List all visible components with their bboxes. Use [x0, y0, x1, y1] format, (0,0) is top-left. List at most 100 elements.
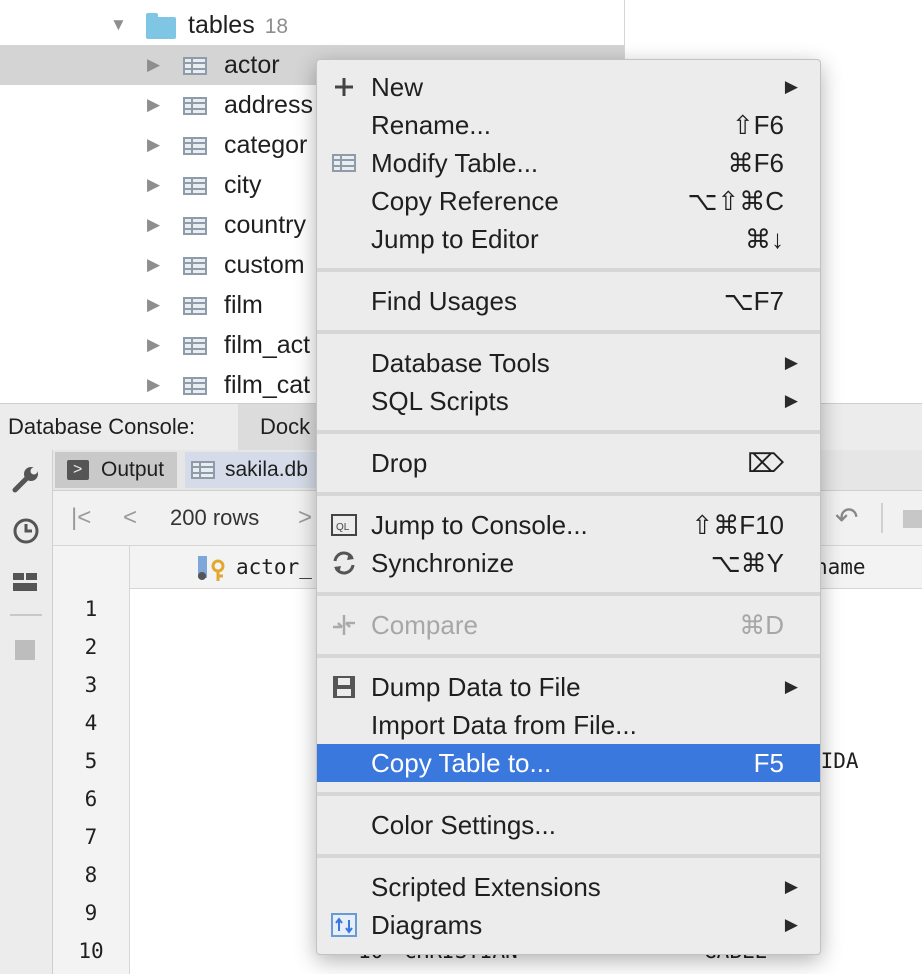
column-last-name[interactable]: name	[815, 546, 866, 588]
menu-item-label: SQL Scripts	[371, 386, 509, 416]
row-number[interactable]: 8	[53, 856, 129, 894]
collapsed-arrow-icon[interactable]: ▶	[147, 365, 160, 403]
submenu-arrow-icon: ▶	[784, 677, 798, 696]
tree-item-label: city	[224, 171, 262, 199]
left-toolbar	[0, 450, 53, 974]
compare-icon	[329, 611, 359, 639]
row-number[interactable]: 7	[53, 818, 129, 856]
svg-text:QL: QL	[336, 522, 350, 533]
submenu-arrow-icon: ▶	[784, 915, 798, 934]
revert-icon[interactable]: ↶	[835, 491, 858, 545]
menu-item-label: Database Tools	[371, 348, 550, 378]
plus-icon	[329, 73, 359, 101]
toolbar-divider	[10, 614, 42, 616]
tree-folder-tables[interactable]: ▼ tables 18	[0, 5, 624, 45]
menu-item-label: Diagrams	[371, 910, 483, 940]
menu-item-label: Import Data from File...	[371, 710, 637, 740]
menu-item-find-usages[interactable]: Find Usages ⌥F7	[317, 282, 820, 320]
collapsed-arrow-icon[interactable]: ▶	[147, 125, 160, 165]
shortcut-label: ⌦	[747, 448, 784, 478]
collapsed-arrow-icon[interactable]: ▶	[147, 165, 160, 205]
row-number[interactable]: 5	[53, 742, 129, 780]
menu-item-drop[interactable]: Drop ⌦	[317, 444, 820, 482]
shortcut-label: ⇧⌘F10	[691, 510, 784, 540]
menu-item-diagrams[interactable]: Diagrams ▶	[317, 906, 820, 944]
tab-output-label: Output	[101, 458, 165, 481]
console-output-icon: >	[67, 460, 89, 480]
tree-item-label: custom	[224, 251, 305, 279]
menu-separator	[317, 330, 820, 334]
menu-item-scripted-extensions[interactable]: Scripted Extensions ▶	[317, 868, 820, 906]
collapsed-arrow-icon[interactable]: ▶	[147, 85, 160, 125]
tab-output[interactable]: > Output	[55, 452, 177, 488]
stop-query-icon[interactable]	[903, 510, 922, 528]
row-number[interactable]: 4	[53, 704, 129, 742]
row-count[interactable]: 200 rows	[170, 491, 259, 545]
menu-item-dump-data-to-file[interactable]: Dump Data to File ▶	[317, 668, 820, 706]
shortcut-label: ⌘↓	[745, 224, 784, 254]
tree-item-label: film_cat	[224, 371, 311, 399]
collapsed-arrow-icon[interactable]: ▶	[147, 245, 160, 285]
collapsed-arrow-icon[interactable]: ▶	[147, 45, 160, 85]
menu-separator	[317, 430, 820, 434]
menu-item-jump-to-console[interactable]: QL Jump to Console... ⇧⌘F10	[317, 506, 820, 544]
row-number[interactable]: 3	[53, 666, 129, 704]
previous-page-icon[interactable]: <	[123, 491, 137, 545]
menu-item-synchronize[interactable]: Synchronize ⌥⌘Y	[317, 544, 820, 582]
menu-separator	[317, 654, 820, 658]
menu-item-label: Jump to Editor	[371, 224, 539, 254]
history-clock-icon[interactable]	[11, 516, 41, 546]
collapsed-arrow-icon[interactable]: ▶	[147, 325, 160, 365]
row-number[interactable]: 2	[53, 628, 129, 666]
tree-item-label: address	[224, 91, 313, 119]
menu-item-sql-scripts[interactable]: SQL Scripts ▶	[317, 382, 820, 420]
collapsed-arrow-icon[interactable]: ▶	[147, 205, 160, 245]
layout-icon[interactable]	[11, 570, 41, 594]
first-page-icon[interactable]: |<	[71, 491, 91, 545]
menu-item-new[interactable]: New ▶	[317, 68, 820, 106]
shortcut-label: ⌥F7	[723, 286, 784, 316]
tree-item-label: film	[224, 291, 263, 319]
toolbar-divider	[881, 503, 883, 533]
table-icon	[183, 377, 207, 395]
menu-item-copy-reference[interactable]: Copy Reference ⌥⇧⌘C	[317, 182, 820, 220]
menu-item-copy-table-to[interactable]: Copy Table to... F5	[317, 744, 820, 782]
wrench-icon[interactable]	[11, 464, 41, 494]
folder-icon	[146, 13, 176, 39]
menu-item-rename[interactable]: Rename... ⇧F6	[317, 106, 820, 144]
table-icon	[183, 177, 207, 195]
folder-label: tables	[188, 11, 255, 39]
menu-item-compare: Compare ⌘D	[317, 606, 820, 644]
menu-item-color-settings[interactable]: Color Settings...	[317, 806, 820, 844]
menu-item-label: Synchronize	[371, 548, 515, 578]
stop-icon[interactable]	[15, 640, 35, 660]
column-actor-id[interactable]: actor_	[236, 546, 312, 588]
menu-item-label: Color Settings...	[371, 810, 556, 840]
expanded-arrow-icon[interactable]: ▼	[110, 5, 127, 45]
collapsed-arrow-icon[interactable]: ▶	[147, 285, 160, 325]
menu-item-label: Rename...	[371, 110, 491, 140]
submenu-arrow-icon: ▶	[784, 391, 798, 410]
row-number[interactable]: 10	[53, 932, 129, 970]
menu-separator	[317, 854, 820, 858]
table-icon	[183, 297, 207, 315]
row-number[interactable]: 9	[53, 894, 129, 932]
sync-icon	[329, 549, 359, 577]
submenu-arrow-icon: ▶	[784, 77, 798, 96]
menu-item-modify-table[interactable]: Modify Table... ⌘F6	[317, 144, 820, 182]
menu-separator	[317, 592, 820, 596]
menu-item-label: Compare	[371, 610, 478, 640]
menu-separator	[317, 792, 820, 796]
tree-item-label: film_act	[224, 331, 311, 359]
table-icon	[183, 57, 207, 75]
tree-item-label: categor	[224, 131, 308, 159]
menu-item-database-tools[interactable]: Database Tools ▶	[317, 344, 820, 382]
menu-item-import-data-from-file[interactable]: Import Data from File...	[317, 706, 820, 744]
menu-item-jump-to-editor[interactable]: Jump to Editor ⌘↓	[317, 220, 820, 258]
row-number[interactable]: 6	[53, 780, 129, 818]
next-page-icon[interactable]: >	[298, 491, 312, 545]
diagram-icon	[329, 911, 359, 939]
row-number-column: 1 2 3 4 5 6 7 8 9 10	[53, 588, 130, 974]
table-icon	[329, 149, 359, 177]
row-number[interactable]: 1	[53, 590, 129, 628]
